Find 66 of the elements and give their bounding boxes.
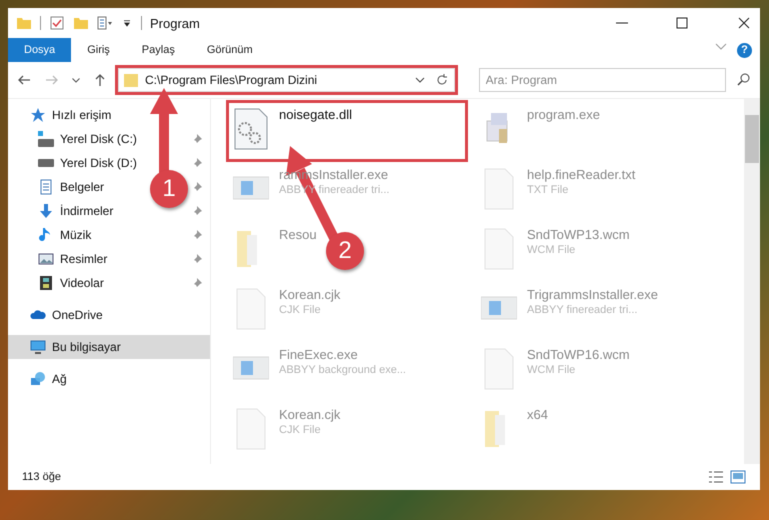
drive-icon: [38, 159, 54, 167]
minimize-icon: [616, 22, 628, 24]
sidebar-item[interactable]: Hızlı erişim: [8, 103, 210, 127]
file-name: Korean.cjk: [279, 287, 340, 302]
sidebar-item[interactable]: Resimler: [8, 247, 210, 271]
file-type: WCM File: [527, 364, 576, 376]
file-name: SndToWP13.wcm: [527, 227, 630, 242]
file-name: Korean.cjk: [279, 407, 340, 422]
pin-icon: [192, 182, 202, 192]
scrollbar[interactable]: [744, 99, 760, 464]
ribbon-tab[interactable]: Giriş: [71, 38, 126, 62]
item-count: 113 öğe: [22, 471, 62, 483]
close-icon: [736, 15, 752, 31]
drive-icon: [38, 131, 54, 147]
sidebar-item[interactable]: Ağ: [8, 367, 210, 391]
pin-icon: [192, 254, 202, 264]
file-type: ABBYY finereader tri...: [527, 304, 638, 316]
file-name: x64: [527, 407, 548, 422]
help-button[interactable]: ?: [737, 42, 752, 58]
pin-icon: [192, 134, 202, 144]
properties-icon: [97, 15, 113, 31]
folder-icon: [123, 72, 139, 88]
file-name: help.fineReader.txt: [527, 167, 636, 182]
pin-icon: [192, 158, 202, 168]
details-view-icon: [708, 469, 724, 485]
monitor-icon: [30, 339, 46, 355]
file-type: ABBYY background exe...: [279, 364, 406, 376]
file-type: WCM File: [527, 244, 576, 256]
window-title: Program: [150, 16, 201, 30]
download-arrow-icon: [38, 203, 54, 219]
checkmark-icon: [49, 15, 65, 31]
ribbon-tab[interactable]: Paylaş: [126, 38, 191, 62]
ribbon-tab[interactable]: Dosya: [8, 38, 72, 62]
address-bar[interactable]: C:\Program Files\Program Dizini: [118, 68, 455, 92]
sidebar-item[interactable]: Yerel Disk (C:): [8, 127, 210, 151]
file-name: TrigrammsInstaller.exe: [527, 287, 658, 302]
sidebar-item[interactable]: Bu bilgisayar: [8, 335, 210, 359]
file-item[interactable]: noisegate.dll: [229, 103, 465, 159]
file-name: Resou: [279, 227, 317, 242]
sidebar-item[interactable]: Videolar: [8, 271, 210, 295]
sidebar-item[interactable]: Müzik: [8, 223, 210, 247]
search-field[interactable]: Ara: Program: [478, 68, 726, 92]
large-icons-view-icon: [730, 469, 746, 485]
file-type: TXT File: [527, 184, 570, 196]
maximize-icon: [674, 15, 690, 31]
network-icon: [30, 371, 46, 387]
search-icon: [736, 72, 752, 88]
picture-icon: [38, 251, 54, 267]
pin-icon: [192, 206, 202, 216]
settings-file-icon: [233, 107, 269, 151]
folder-icon: [16, 15, 32, 31]
file-name: program.exe: [527, 107, 600, 122]
sidebar-item[interactable]: OneDrive: [8, 303, 210, 327]
ribbon-tab[interactable]: Görünüm: [190, 38, 269, 62]
file-name: FineExec.exe: [279, 347, 359, 362]
chevron-down-icon: [72, 78, 80, 82]
star-icon: [30, 107, 46, 123]
file-type: CJK File: [279, 424, 322, 436]
file-name: noisegate.dll: [279, 107, 352, 122]
film-icon: [38, 275, 54, 291]
folder-icon: [73, 15, 89, 31]
file-type: CJK File: [279, 304, 322, 316]
document-icon: [38, 179, 54, 195]
pin-icon: [192, 278, 202, 288]
file-name: SndToWP16.wcm: [527, 347, 630, 362]
pin-icon: [192, 230, 202, 240]
